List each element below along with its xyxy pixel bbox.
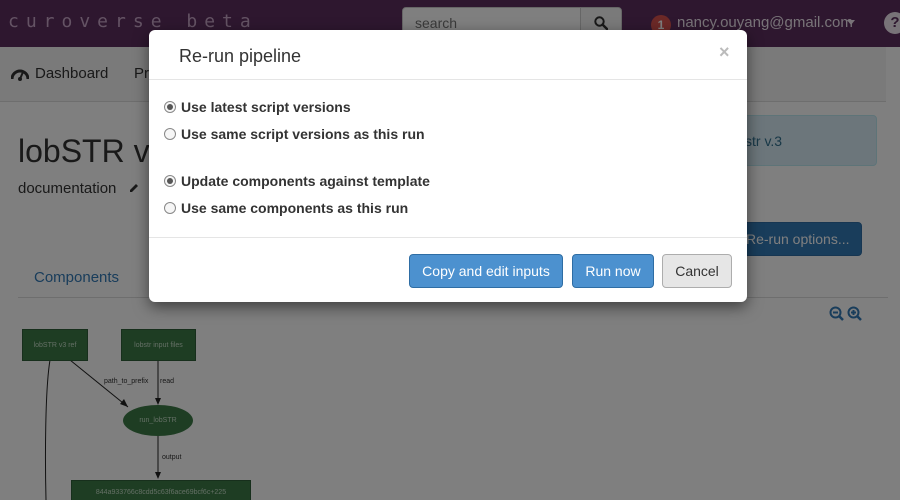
modal-title: Re-run pipeline xyxy=(179,46,302,66)
radio-button[interactable] xyxy=(164,128,176,140)
run-now-button[interactable]: Run now xyxy=(572,254,654,288)
radio-label: Use same components as this run xyxy=(181,200,409,216)
radio-button[interactable] xyxy=(164,175,176,187)
radio-latest-scripts[interactable]: Use latest script versions xyxy=(164,99,351,115)
radio-button[interactable] xyxy=(164,101,176,113)
close-icon[interactable]: × xyxy=(719,42,730,63)
modal-header-divider xyxy=(149,79,747,80)
radio-same-scripts[interactable]: Use same script versions as this run xyxy=(164,126,425,142)
modal-footer-divider xyxy=(149,237,747,238)
rerun-pipeline-modal: Re-run pipeline × Use latest script vers… xyxy=(149,30,747,302)
radio-same-components[interactable]: Use same components as this run xyxy=(164,200,408,216)
cancel-button[interactable]: Cancel xyxy=(662,254,732,288)
radio-label: Use same script versions as this run xyxy=(181,126,425,142)
radio-button[interactable] xyxy=(164,202,176,214)
radio-label: Update components against template xyxy=(181,173,430,189)
radio-update-components[interactable]: Update components against template xyxy=(164,173,430,189)
radio-label: Use latest script versions xyxy=(181,99,351,115)
copy-edit-inputs-button[interactable]: Copy and edit inputs xyxy=(409,254,563,288)
